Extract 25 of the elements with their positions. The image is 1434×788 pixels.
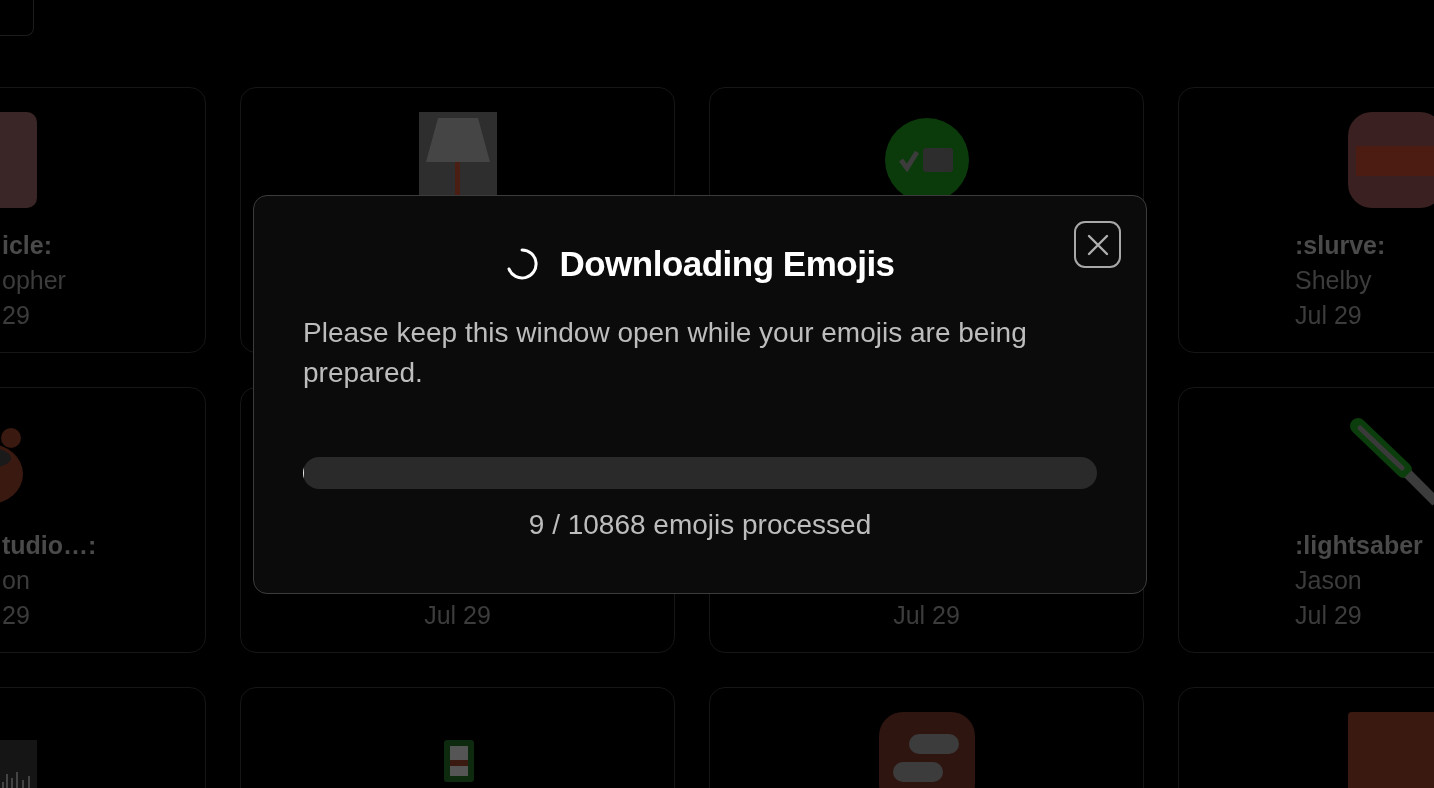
spinner-icon (505, 247, 540, 281)
date-text: Jul 29 (1295, 301, 1362, 329)
close-icon (1086, 233, 1109, 256)
emoji-name: :slurve: (1295, 231, 1386, 259)
emoji-name: icle: (2, 231, 53, 259)
date-text: Jul 29 (424, 601, 491, 629)
close-button[interactable] (1074, 221, 1121, 268)
dialog-title: Downloading Emojis (559, 243, 895, 285)
emoji-name: :lightsaber (1295, 531, 1423, 559)
date-text: Jul 29 (1295, 601, 1362, 629)
dialog-message: Please keep this window open while your emojis are being prepared. (303, 316, 1028, 390)
pills-tile-icon (878, 712, 975, 788)
date-text: Jul 29 (893, 601, 960, 629)
emoji-name: tudio…: (2, 531, 97, 559)
author-name: Shelby (1295, 266, 1372, 294)
author-name: on (2, 566, 30, 594)
stripes-tile-icon (1347, 112, 1434, 208)
date-text: 29 (2, 601, 30, 629)
date-text: 29 (2, 301, 30, 329)
tag-tile-icon (1347, 712, 1434, 788)
author-name: opher (2, 266, 66, 294)
author-name: Jason (1295, 566, 1362, 594)
lightsaber-icon (1349, 418, 1434, 508)
phone-icon (443, 740, 474, 782)
progress-status: 9 / 10868 emojis processed (527, 508, 873, 542)
